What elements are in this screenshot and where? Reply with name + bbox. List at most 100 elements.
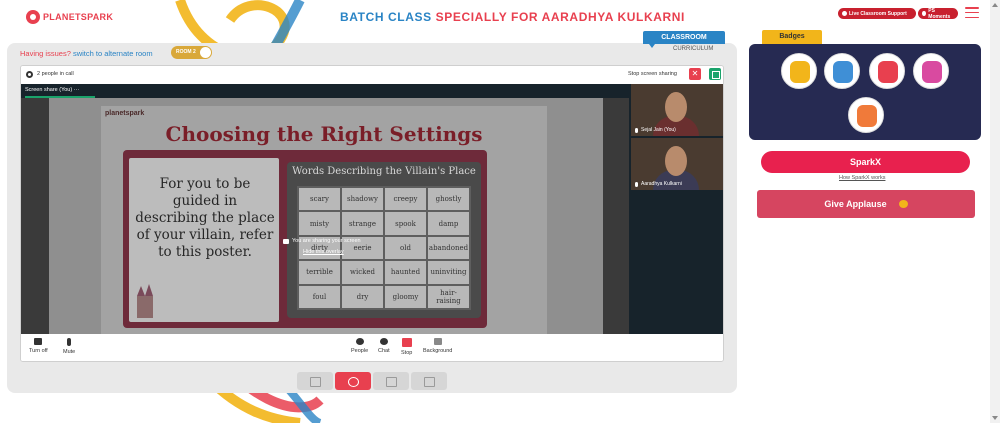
- hide-overlay-link[interactable]: Hide this overlay: [303, 249, 361, 255]
- word-cell: scary: [298, 187, 341, 212]
- castle-icon: [137, 284, 153, 318]
- stop-sharing-label: Stop screen sharing: [628, 71, 677, 77]
- stop-share-control[interactable]: Stop: [401, 338, 412, 356]
- live-support-button[interactable]: Live Classroom Support: [838, 8, 916, 19]
- poster-card: For you to be guided in describing the p…: [129, 158, 279, 322]
- slide-content: planetspark Choosing the Right Settings …: [101, 106, 547, 334]
- logo-text: PLANETSPARK: [43, 12, 114, 22]
- background-label: Background: [423, 348, 453, 354]
- support-icon: [842, 11, 847, 16]
- logo-mark-icon: [26, 10, 40, 24]
- mute-label: Mute: [63, 349, 76, 355]
- give-applause-button[interactable]: Give Applause: [757, 190, 975, 218]
- badges-panel: [749, 44, 981, 140]
- tab-classroom[interactable]: CLASSROOM: [643, 31, 725, 48]
- screen-share-stage: planetspark Choosing the Right Settings …: [21, 98, 629, 334]
- camera-icon: [34, 338, 43, 345]
- clap-icon: [898, 200, 908, 208]
- shared-slide: planetspark Choosing the Right Settings …: [49, 98, 603, 334]
- overlay-title-text: You are sharing your screen: [292, 238, 361, 244]
- power-button[interactable]: [335, 372, 371, 390]
- participant-tile[interactable]: Aaradhya Kulkarni: [631, 138, 723, 190]
- stop-share-icon: [401, 338, 412, 347]
- participant-tile[interactable]: Sejal Jain (You): [631, 84, 723, 136]
- video-call-window: 2 people in call Stop screen sharing ✕ S…: [20, 65, 724, 362]
- background-icon: [433, 338, 442, 345]
- badge-icon[interactable]: [824, 53, 860, 89]
- call-controls-bar: Turn off Mute People Chat Stop Backgroun…: [21, 334, 723, 361]
- word-cell: abandoned: [427, 235, 470, 261]
- board-title: Words Describing the Villain's Place: [292, 166, 476, 177]
- sharing-overlay: You are sharing your screen Hide this ov…: [283, 238, 361, 255]
- fullscreen-button[interactable]: [297, 372, 333, 390]
- people-label: People: [351, 348, 369, 354]
- tab-badges[interactable]: Badges: [762, 30, 822, 44]
- camera-toggle-button[interactable]: Turn off: [29, 338, 48, 354]
- mic-icon: [635, 181, 638, 187]
- gear-icon[interactable]: [26, 71, 33, 78]
- participant-name-text: Aaradhya Kulkarni: [641, 181, 682, 187]
- slide-title: Choosing the Right Settings: [165, 122, 483, 146]
- word-cell: dry: [341, 284, 384, 309]
- badge-icon[interactable]: [913, 53, 949, 89]
- word-cell: gloomy: [384, 284, 427, 309]
- background-button[interactable]: Background: [423, 338, 452, 354]
- room-toggle-label: ROOM 2: [176, 49, 196, 55]
- word-cell: uninviting: [427, 260, 470, 285]
- scrollbar[interactable]: [990, 0, 1000, 423]
- screen-button[interactable]: [373, 372, 409, 390]
- word-cell: hair-raising: [427, 284, 470, 309]
- expand-icon[interactable]: [709, 68, 721, 80]
- sparkx-button[interactable]: SparkX: [761, 151, 970, 173]
- word-cell: damp: [427, 211, 470, 236]
- moments-label: PS Moments: [928, 7, 951, 20]
- page-title-prefix: BATCH CLASS: [340, 10, 436, 24]
- word-cell: wicked: [341, 260, 384, 285]
- planetspark-logo[interactable]: PLANETSPARK: [26, 10, 113, 24]
- participant-name: Sejal Jain (You): [635, 127, 676, 133]
- header: PLANETSPARK BATCH CLASS SPECIALLY FOR AA…: [0, 0, 1000, 36]
- word-cell: haunted: [384, 260, 427, 285]
- scroll-down-icon[interactable]: [992, 416, 998, 420]
- applause-label: Give Applause: [824, 199, 887, 209]
- chat-button[interactable]: Chat: [378, 338, 390, 354]
- badge-icon[interactable]: [781, 53, 817, 89]
- call-top-bar: 2 people in call Stop screen sharing ✕: [21, 66, 723, 84]
- hamburger-menu-icon[interactable]: [965, 7, 979, 18]
- people-button[interactable]: People: [351, 338, 368, 354]
- badge-icon[interactable]: [869, 53, 905, 89]
- page-title-student: SPECIALLY FOR AARADHYA KULKARNI: [435, 10, 685, 24]
- participant-name-text: Sejal Jain (You): [641, 127, 676, 133]
- chat-icon: [379, 338, 388, 345]
- tab-curriculum[interactable]: CURRICULUM: [673, 46, 713, 52]
- how-sparkx-works-link[interactable]: How SparkX works: [839, 175, 885, 181]
- word-cell: strange: [341, 211, 384, 236]
- people-icon: [355, 338, 364, 345]
- alternate-room-link[interactable]: switch to alternate room: [73, 49, 153, 58]
- participant-tiles: Sejal Jain (You) Aaradhya Kulkarni: [629, 84, 723, 334]
- word-cell: foul: [298, 284, 341, 309]
- word-cell: old: [384, 235, 427, 261]
- tab-screen-share[interactable]: Screen share (You) ···: [25, 87, 79, 93]
- stop-label: Stop: [401, 350, 413, 356]
- stop-sharing-button[interactable]: ✕: [689, 68, 701, 80]
- camera-label: Turn off: [29, 348, 48, 354]
- room-toggle[interactable]: ROOM 2: [171, 46, 212, 59]
- word-cell: terrible: [298, 260, 341, 285]
- moments-button[interactable]: PS Moments: [918, 7, 958, 20]
- poster-text: For you to be guided in describing the p…: [135, 176, 275, 260]
- word-cell: spook: [384, 211, 427, 236]
- live-support-label: Live Classroom Support: [849, 10, 907, 17]
- page-title: BATCH CLASS SPECIALLY FOR AARADHYA KULKA…: [340, 10, 685, 24]
- scroll-up-icon[interactable]: [992, 3, 998, 7]
- screen-share-strip: Screen share (You) ···: [21, 84, 723, 98]
- badge-icon[interactable]: [848, 97, 884, 133]
- word-cell: ghostly: [427, 187, 470, 212]
- mute-button[interactable]: Mute: [63, 338, 75, 355]
- participant-name: Aaradhya Kulkarni: [635, 181, 682, 187]
- participant-face: [665, 146, 687, 176]
- participant-face: [665, 92, 687, 122]
- overlay-title: You are sharing your screen: [283, 238, 361, 244]
- slide-logo: planetspark: [105, 110, 145, 117]
- palette-button[interactable]: [411, 372, 447, 390]
